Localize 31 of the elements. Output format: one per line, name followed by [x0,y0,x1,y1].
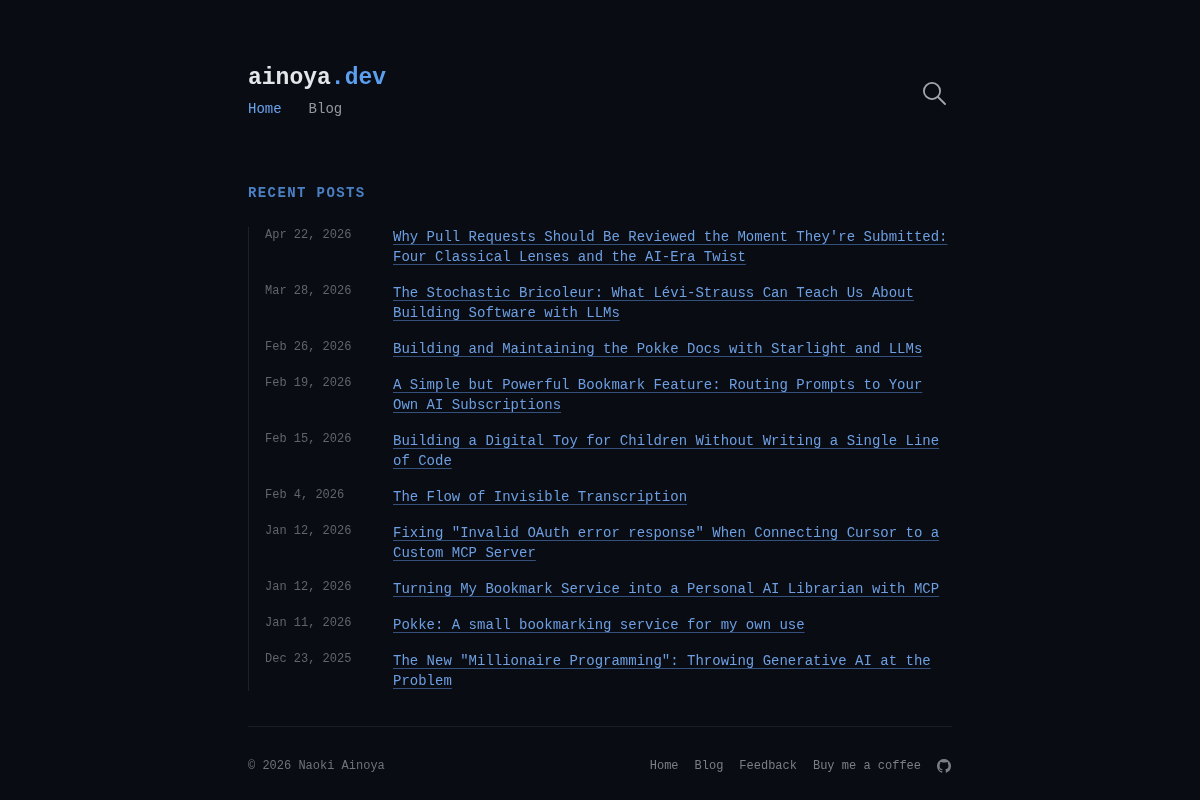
search-icon[interactable] [922,80,946,105]
nav-link[interactable]: Home [244,99,286,119]
post-title-link[interactable]: Pokke: A small bookmarking service for my own use [393,615,952,635]
site-logo[interactable]: ainoya.dev [248,62,387,94]
post-title-link[interactable]: A Simple but Powerful Bookmark Feature: Routing Prompts to Your Own AI Subscriptions [393,375,952,415]
post-date: Jan 11, 2026 [265,615,352,631]
post-title-link[interactable]: Building a Digital Toy for Children Without Writing a Single Line of Code [393,431,952,471]
post-title-link[interactable]: Fixing "Invalid OAuth error response" When Connecting Cursor to a Custom MCP Server [393,523,952,563]
github-icon[interactable] [937,759,951,773]
footer-link[interactable]: Blog [694,758,724,774]
post-title-link[interactable]: The Flow of Invisible Transcription [393,487,952,507]
post-date: Mar 28, 2026 [265,283,352,299]
post-date: Dec 23, 2025 [265,651,352,667]
post-title-link[interactable]: The Stochastic Bricoleur: What Lévi-Strauss Can Teach Us About Building Software with LLMs [393,283,952,323]
post-date: Feb 19, 2026 [265,375,352,391]
post-title-link[interactable]: Turning My Bookmark Service into a Personal AI Librarian with MCP [393,579,952,599]
post-date: Feb 26, 2026 [265,339,352,355]
nav-link[interactable]: Blog [304,99,347,119]
post-title-link[interactable]: The New "Millionaire Programming": Throwing Generative AI at the Problem [393,651,952,691]
post-date: Jan 12, 2026 [265,523,352,539]
footer-link[interactable]: Home [649,758,679,774]
post-title-link[interactable]: Why Pull Requests Should Be Reviewed the Moment They're Submitted: Four Classical Lenses and the AI-Era Twist [393,227,952,267]
post-date: Apr 22, 2026 [265,227,352,243]
section-heading: RECENT POSTS [248,184,366,203]
footer-link[interactable]: Buy me a coffee [812,758,921,774]
post-date: Feb 15, 2026 [265,431,352,447]
copyright-text: © 2026 Naoki Ainoya [248,758,385,774]
post-date: Jan 12, 2026 [265,579,352,595]
post-date: Feb 4, 2026 [265,487,345,503]
post-title-link[interactable]: Building and Maintaining the Pokke Docs with Starlight and LLMs [393,339,952,359]
footer-link[interactable]: Feedback [739,758,797,774]
